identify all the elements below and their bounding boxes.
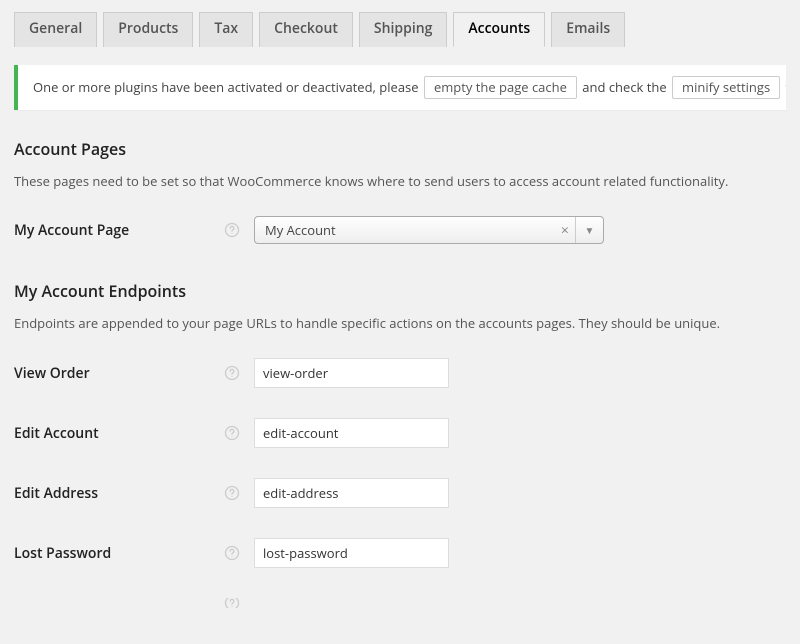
my-account-page-select[interactable]: My Account × ▼ bbox=[254, 216, 604, 244]
clear-icon[interactable]: × bbox=[555, 221, 575, 240]
notice-text: and check the bbox=[582, 78, 670, 96]
endpoints-heading: My Account Endpoints bbox=[14, 280, 786, 302]
empty-page-cache-button[interactable]: empty the page cache bbox=[424, 76, 577, 100]
account-pages-section: Account Pages These pages need to be set… bbox=[14, 138, 786, 244]
tab-accounts[interactable]: Accounts bbox=[453, 12, 545, 47]
tab-checkout[interactable]: Checkout bbox=[259, 12, 353, 47]
tab-tax[interactable]: Tax bbox=[199, 12, 253, 47]
help-icon[interactable] bbox=[224, 365, 240, 381]
tab-shipping[interactable]: Shipping bbox=[359, 12, 447, 47]
next-row-partial bbox=[14, 598, 786, 608]
edit-account-label: Edit Account bbox=[14, 424, 224, 443]
endpoints-desc: Endpoints are appended to your page URLs… bbox=[14, 314, 786, 332]
settings-tabs: General Products Tax Checkout Shipping A… bbox=[14, 12, 786, 47]
tab-emails[interactable]: Emails bbox=[551, 12, 625, 47]
lost-password-input[interactable] bbox=[254, 538, 449, 568]
help-icon[interactable] bbox=[224, 425, 240, 441]
help-icon[interactable] bbox=[224, 485, 240, 501]
help-icon[interactable] bbox=[224, 545, 240, 561]
notice-text: One or more plugins have been activated … bbox=[33, 78, 422, 96]
minify-settings-button[interactable]: minify settings bbox=[672, 76, 780, 100]
cache-notice: One or more plugins have been activated … bbox=[14, 65, 786, 111]
view-order-input[interactable] bbox=[254, 358, 449, 388]
edit-account-row: Edit Account bbox=[14, 418, 786, 448]
edit-account-input[interactable] bbox=[254, 418, 449, 448]
view-order-label: View Order bbox=[14, 364, 224, 383]
lost-password-row: Lost Password bbox=[14, 538, 786, 568]
lost-password-label: Lost Password bbox=[14, 544, 224, 563]
my-account-page-row: My Account Page My Account × ▼ bbox=[14, 216, 786, 244]
tab-products[interactable]: Products bbox=[103, 12, 193, 47]
my-account-page-label: My Account Page bbox=[14, 221, 224, 240]
select-value: My Account bbox=[265, 221, 555, 239]
edit-address-row: Edit Address bbox=[14, 478, 786, 508]
help-icon[interactable] bbox=[224, 222, 240, 238]
chevron-down-icon[interactable]: ▼ bbox=[575, 217, 597, 243]
account-pages-desc: These pages need to be set so that WooCo… bbox=[14, 172, 786, 190]
account-pages-heading: Account Pages bbox=[14, 138, 786, 160]
edit-address-input[interactable] bbox=[254, 478, 449, 508]
help-icon[interactable] bbox=[224, 598, 240, 608]
view-order-row: View Order bbox=[14, 358, 786, 388]
tab-general[interactable]: General bbox=[14, 12, 97, 47]
edit-address-label: Edit Address bbox=[14, 484, 224, 503]
my-account-endpoints-section: My Account Endpoints Endpoints are appen… bbox=[14, 280, 786, 608]
